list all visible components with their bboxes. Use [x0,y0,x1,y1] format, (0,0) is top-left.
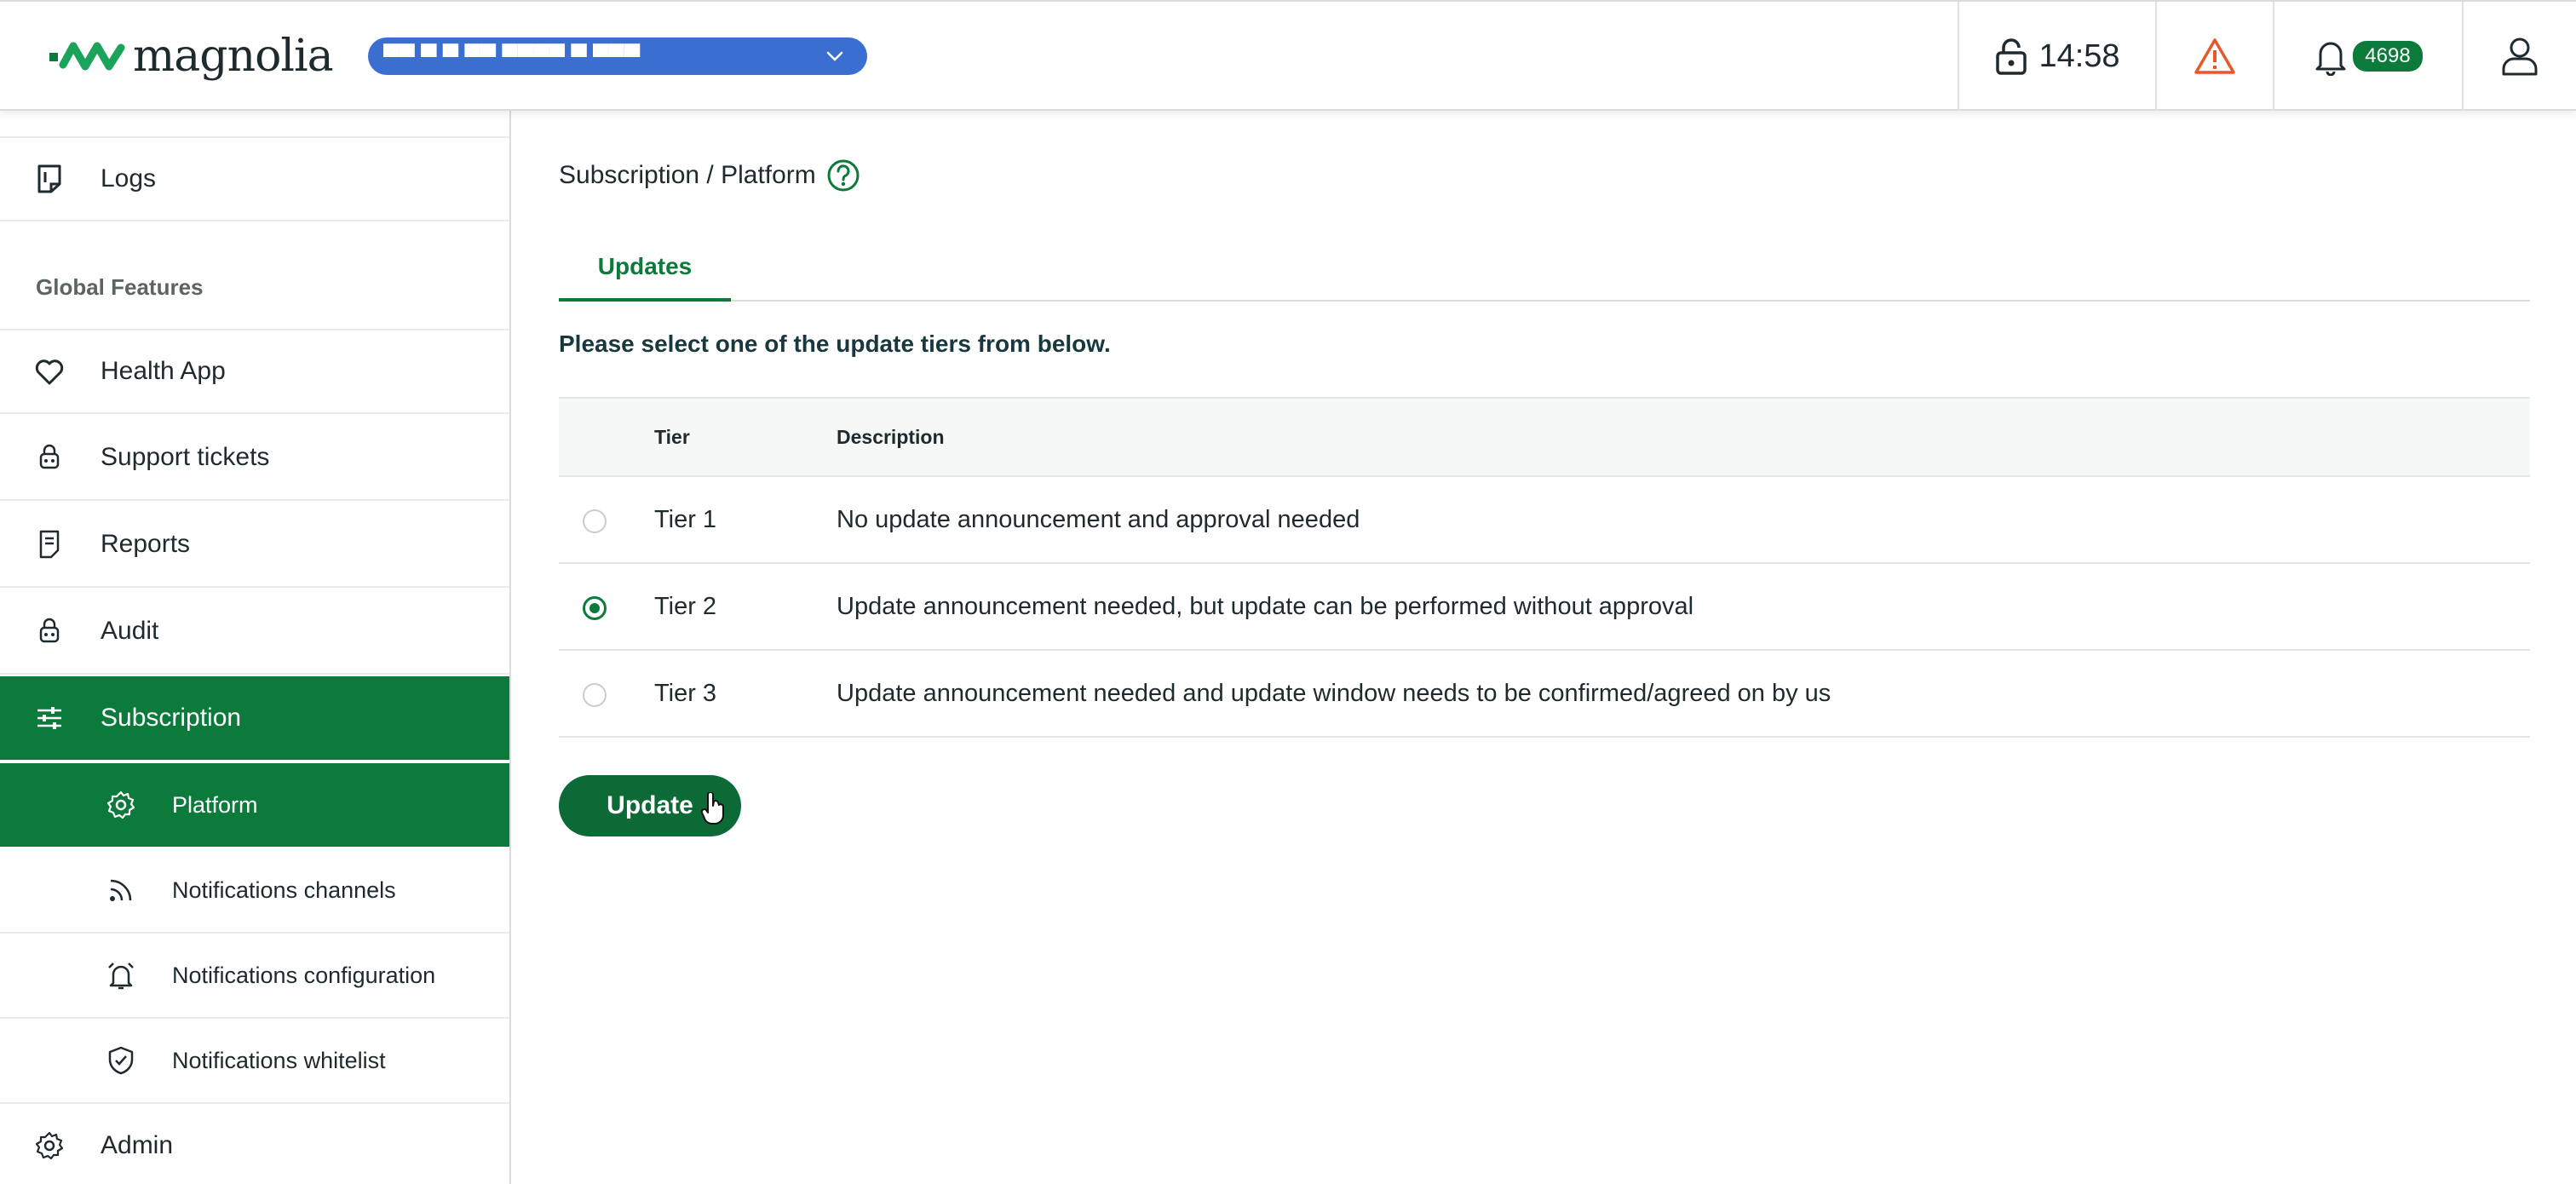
sidebar-item-label: Reports [101,530,191,558]
sidebar-subitem-platform[interactable]: Platform [0,763,509,848]
hand-pointer-cursor-icon [700,792,724,825]
sidebar-subitem-notifications-whitelist[interactable]: Notifications whitelist [0,1019,509,1104]
breadcrumb-text: Subscription / Platform [559,161,816,189]
gear-icon [35,1131,64,1160]
warnings-button[interactable] [2155,2,2273,111]
user-icon [2502,37,2538,76]
report-document-icon [39,530,60,559]
sidebar-item-label: Notifications configuration [172,962,436,988]
session-timer[interactable]: 14:58 [1958,2,2155,111]
tier-cell: Tier 2 [654,593,717,620]
rss-icon [110,879,132,901]
audit-icon [39,618,60,643]
alarm-bell-icon [108,963,134,990]
sidebar-item-label: Admin [101,1131,174,1159]
logo-text: magnolia [133,31,334,82]
notification-count-badge: 4698 [2353,41,2423,72]
user-menu-button[interactable] [2462,2,2576,111]
tier-3-radio[interactable] [583,683,607,707]
sidebar-item-label: Platform [172,791,258,818]
log-document-icon [37,164,61,193]
tier-cell: Tier 3 [654,680,717,707]
main-content: Subscription / Platform Updates Please s… [513,111,2576,1184]
table-header: Tier Description [559,397,2530,477]
description-cell: Update announcement needed and update wi… [837,680,1831,707]
sidebar-item-label: Support tickets [101,443,270,471]
table-row[interactable]: Tier 1 No update announcement and approv… [559,477,2530,564]
sidebar-subitem-notifications-configuration[interactable]: Notifications configuration [0,934,509,1019]
sliders-icon [37,707,61,729]
sidebar-item-audit[interactable]: Audit [0,589,509,675]
tab-updates[interactable]: Updates [559,235,731,302]
shield-check-icon [108,1046,134,1075]
description-cell: No update announcement and approval need… [837,506,1360,533]
sidebar-subitem-notifications-channels[interactable]: Notifications channels [0,848,509,934]
table-row[interactable]: Tier 2 Update announcement needed, but u… [559,564,2530,651]
section-title-global-features: Global Features [36,274,204,300]
instruction-text: Please select one of the update tiers fr… [559,330,1111,357]
heart-icon [35,359,64,385]
instance-name: ▀▀ ▀ ▀ ▀▀ ▀▀▀▀ ▀ ▀▀▀ [383,43,641,69]
help-icon[interactable] [826,158,860,193]
column-header-tier: Tier [654,426,690,448]
sidebar-item-support-tickets[interactable]: Support tickets [0,416,509,501]
sidebar: Logs Global Features Health App Support … [0,111,511,1184]
instance-selector[interactable]: ▀▀ ▀ ▀ ▀▀ ▀▀▀▀ ▀ ▀▀▀ [368,37,867,75]
breadcrumb: Subscription / Platform [559,158,860,193]
notifications-button[interactable]: 4698 [2273,2,2462,111]
tier-1-radio[interactable] [583,509,607,533]
timer-value: 14:58 [2038,37,2120,74]
gear-icon [106,790,135,819]
sidebar-item-logs[interactable]: Logs [0,136,509,221]
column-header-description: Description [837,426,945,448]
top-header: magnolia ▀▀ ▀ ▀ ▀▀ ▀▀▀▀ ▀ ▀▀▀ 14:58 4698 [0,0,2576,111]
warning-triangle-icon [2194,38,2235,74]
sidebar-item-label: Notifications channels [172,877,396,903]
update-tiers-table: Tier Description Tier 1 No update announ… [559,397,2530,738]
chevron-down-icon [826,51,843,61]
tier-cell: Tier 1 [654,506,717,533]
sidebar-item-label: Health App [101,357,226,385]
sidebar-item-subscription[interactable]: Subscription [0,676,509,762]
lock-icon [1996,38,2027,75]
tier-2-radio[interactable] [583,596,607,620]
sidebar-item-reports[interactable]: Reports [0,503,509,588]
bell-icon [2315,42,2346,76]
sidebar-item-label: Subscription [101,704,242,732]
sidebar-item-label: Notifications whitelist [172,1047,386,1073]
tab-bar: Updates [559,235,2530,302]
table-row[interactable]: Tier 3 Update announcement needed and up… [559,651,2530,738]
magnolia-logo-mark-icon [49,42,125,71]
sidebar-item-health-app[interactable]: Health App [0,329,509,414]
sidebar-item-admin[interactable]: Admin [0,1104,509,1184]
description-cell: Update announcement needed, but update c… [837,593,1694,620]
sidebar-item-label: Audit [101,617,159,645]
magnolia-logo[interactable]: magnolia [48,27,334,85]
support-icon [39,444,60,469]
sidebar-item-label: Logs [101,164,157,193]
